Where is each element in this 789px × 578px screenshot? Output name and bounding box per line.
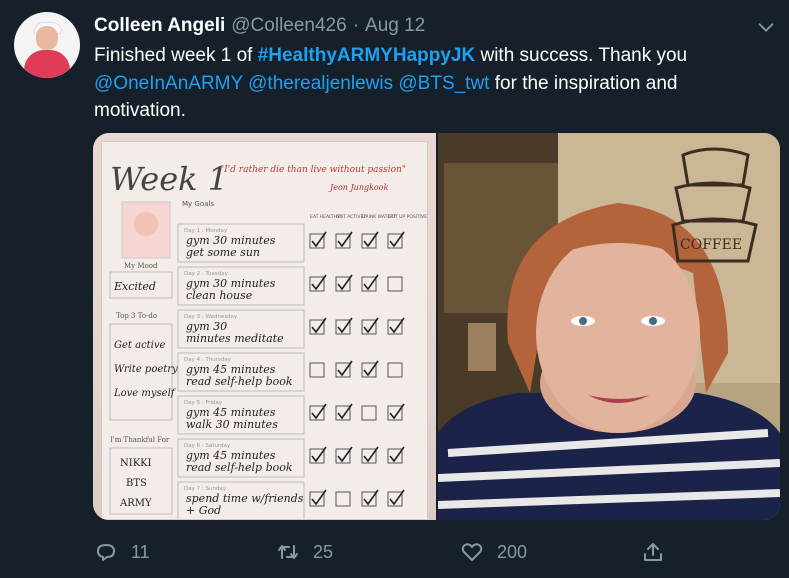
journal-quote-author: Jeon Jungkook	[328, 183, 389, 192]
journal-top3-label: Top 3 To-do	[116, 312, 157, 320]
author-handle[interactable]: @Colleen426	[231, 15, 346, 37]
share-icon	[644, 543, 662, 561]
tweet-media[interactable]: Week 1 "I'd rather die than live without…	[93, 133, 780, 520]
hashtag-link[interactable]: #HealthyARMYHappyJK	[258, 45, 476, 66]
journal-week-title: Week 1	[110, 160, 228, 198]
mention-link-therealjenlewis[interactable]: @therealjenlewis	[248, 73, 393, 94]
retweet-icon	[278, 545, 298, 559]
tweet-date[interactable]: Aug 12	[365, 15, 425, 37]
like-button[interactable]: 200	[460, 540, 527, 564]
avatar-face	[36, 26, 58, 50]
journal-thankful-item: BTS	[126, 478, 147, 489]
author-name[interactable]: Colleen Angeli	[94, 15, 225, 37]
journal-sheet: Week 1 "I'd rather die than live without…	[101, 141, 428, 520]
journal-top3-item: Write poetry	[114, 364, 178, 375]
journal-day-text: + God	[186, 504, 221, 517]
journal-goals-label: My Goals	[182, 200, 214, 208]
journal-checkbox	[335, 491, 351, 507]
journal-day-text: get some sun	[186, 246, 260, 259]
weekly-journal-photo[interactable]: Week 1 "I'd rather die than live without…	[93, 133, 436, 520]
tweet-header: Colleen Angeli @Colleen426 · Aug 12	[94, 14, 425, 38]
avatar-shirt	[24, 50, 70, 78]
journal-day-text: clean house	[186, 289, 253, 302]
journal-checkbox	[387, 362, 403, 378]
journal-thankful-label: I'm Thankful For	[110, 436, 170, 444]
journal-thankful-item: NIKKI	[120, 458, 152, 469]
wall-sign-text: COFFEE	[680, 237, 742, 253]
like-count: 200	[497, 541, 528, 562]
selfie-drawing: COFFEE	[438, 133, 780, 520]
journal-day-text: read self-help book	[186, 461, 293, 474]
share-button[interactable]	[641, 540, 665, 564]
tweet-text-part1: Finished week 1 of	[94, 45, 258, 66]
journal-top3-item: Get active	[114, 340, 166, 351]
journal-mood-value: Excited	[113, 280, 156, 293]
journal-top3-item: Love myself	[113, 388, 177, 399]
journal-day-text: read self-help book	[186, 375, 293, 388]
mention-link-oneinanarmy[interactable]: @OneInAnARMY	[94, 73, 243, 94]
journal-day-text: walk 30 minutes	[186, 418, 278, 431]
journal-day-text: minutes meditate	[186, 332, 284, 345]
journal-days: EAT HEALTHY?GOT ACTIVE?DRINK WATER?GOT U…	[177, 214, 427, 519]
journal-thankful-item: ARMY	[119, 498, 152, 509]
retweet-button[interactable]: 25	[276, 540, 333, 564]
tweet-text: Finished week 1 of #HealthyARMYHappyJK w…	[94, 42, 744, 125]
reply-icon	[97, 544, 115, 561]
journal-checkbox	[309, 362, 325, 378]
journal-quote: "I'd rather die than live without passio…	[220, 165, 406, 175]
journal-mood-label: My Mood	[124, 262, 158, 270]
tweet-text-part2: with success. Thank you	[475, 45, 688, 66]
heart-icon	[461, 543, 483, 561]
journal-drawing: Week 1 "I'd rather die than live without…	[109, 160, 427, 519]
mention-link-bts[interactable]: @BTS_twt	[398, 73, 489, 94]
header-separator: ·	[352, 15, 360, 36]
avatar[interactable]	[14, 12, 80, 78]
journal-checkbox	[361, 405, 377, 421]
chevron-down-icon[interactable]	[755, 16, 777, 38]
journal-checkbox	[387, 276, 403, 292]
reply-button[interactable]: 11	[94, 540, 150, 564]
journal-check-header: GOT UP POSITIVE?	[388, 214, 427, 220]
selfie-photo[interactable]: COFFEE	[438, 133, 780, 520]
reply-count: 11	[131, 541, 150, 562]
retweet-count: 25	[313, 541, 334, 562]
